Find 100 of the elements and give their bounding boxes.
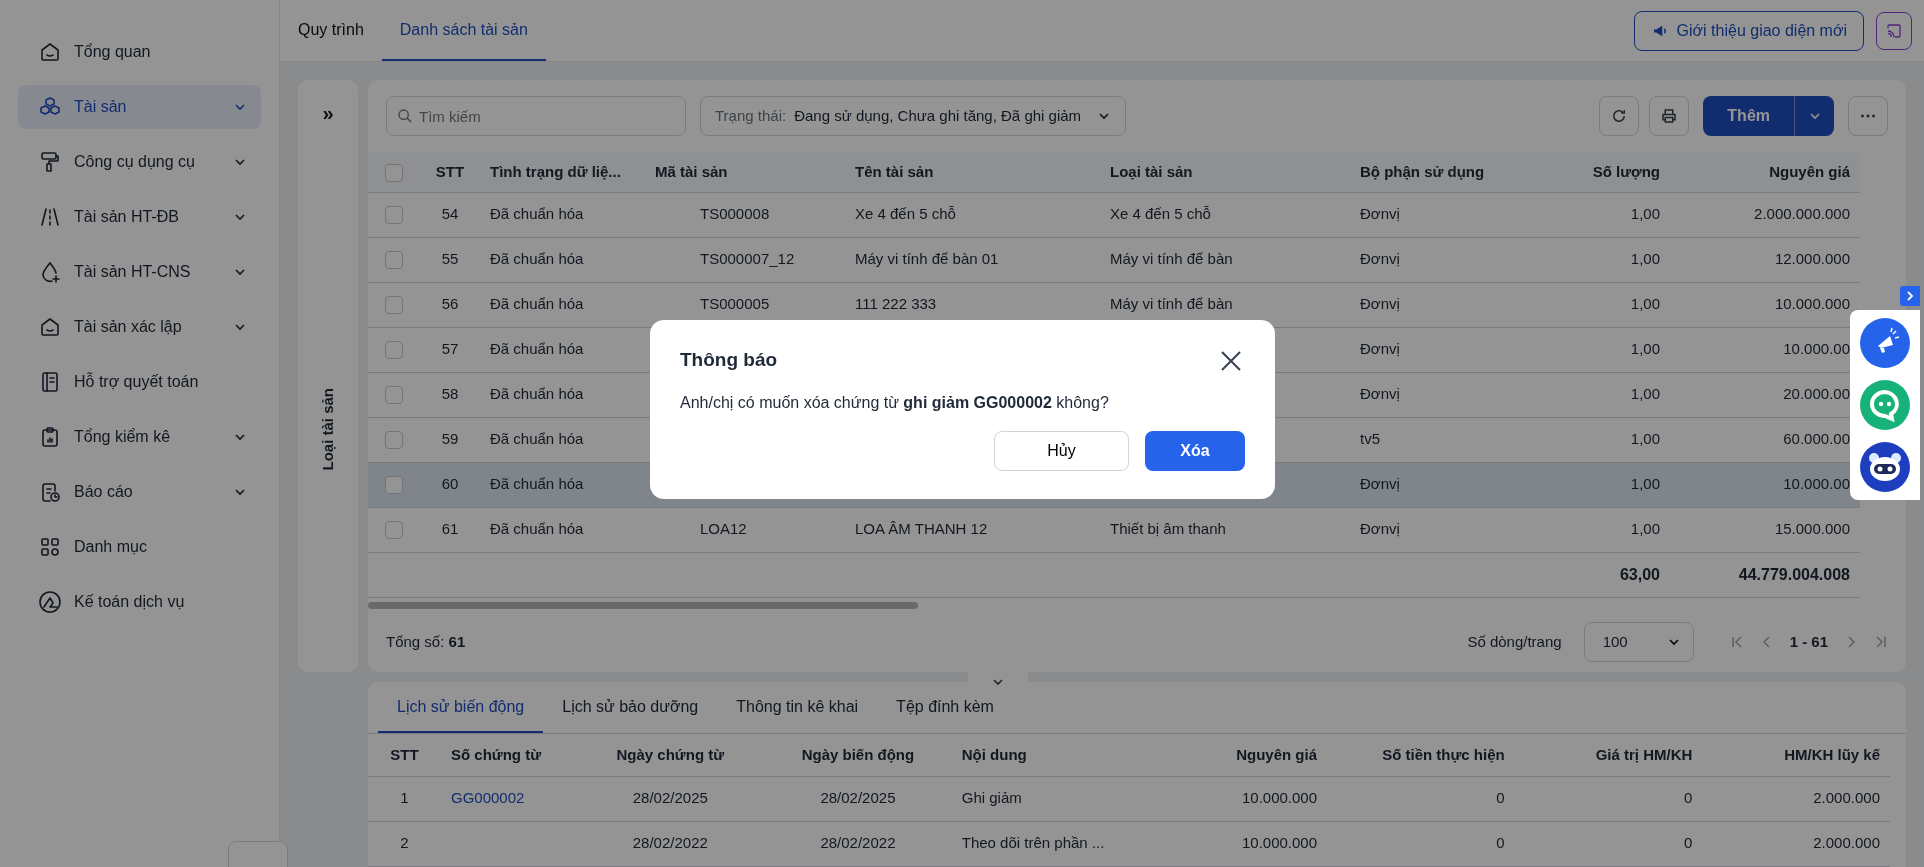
total-count: Tổng số: 61 [386, 631, 466, 652]
table-cell: 58 [441, 385, 459, 403]
table-cell: 10.000.000 [1774, 295, 1850, 313]
table-cell: 56 [441, 295, 459, 313]
table-cell: Đơnvị [1360, 385, 1400, 403]
expand-widgets-button[interactable] [1900, 286, 1920, 306]
table-cell: Thiết bị âm thanh [1110, 520, 1226, 538]
close-icon[interactable] [1220, 349, 1242, 372]
table-cell: Đơnvị [1360, 205, 1400, 223]
table-cell: Đơnvị [1360, 520, 1400, 538]
sidebar-item[interactable]: Công cụ dụng cụ [18, 140, 261, 184]
robot-widget-icon[interactable] [1859, 441, 1911, 493]
table-cell: 111 222 333 [855, 295, 937, 313]
table-cell: 10.000.000 [1241, 789, 1318, 807]
table-cell: Đã chuẩn hóa [490, 430, 584, 448]
row-checkbox[interactable] [385, 521, 403, 540]
sidebar-item[interactable]: Báo cáo [18, 470, 261, 514]
row-checkbox[interactable] [385, 206, 403, 225]
chat-widget-icon[interactable] [1859, 379, 1911, 431]
sidebar-item[interactable]: Tài sản HT-ĐB [18, 195, 261, 239]
sidebar-item[interactable]: Tổng kiểm kê [18, 415, 261, 459]
add-button[interactable]: Thêm [1703, 96, 1794, 136]
logo-icon [38, 590, 62, 614]
status-filter[interactable]: Trạng thái: Đang sử dụng, Chưa ghi tăng, Đã ghi giảm [700, 96, 1127, 136]
row-checkbox[interactable] [385, 251, 403, 270]
intro-button[interactable]: Giới thiệu giao diện mới [1633, 10, 1864, 51]
expand-button[interactable]: » [322, 98, 334, 128]
table-cell: 20.000.00 [1783, 385, 1850, 403]
table-cell: 2.000.000 [1813, 789, 1880, 807]
refresh-button[interactable] [1599, 96, 1640, 136]
row-checkbox[interactable] [385, 296, 403, 315]
horizontal-scrollbar[interactable] [368, 601, 918, 609]
table-cell: Máy vi tính để bàn [1110, 295, 1233, 313]
table-cell: 1,00 [1630, 520, 1660, 538]
table-cell: LOA12 [700, 520, 747, 538]
table-cell: 1,00 [1630, 205, 1660, 223]
sidebar-item[interactable]: Kế toán dịch vụ [18, 580, 261, 624]
table-cell: 1,00 [1630, 295, 1660, 313]
megaphone-widget-icon[interactable] [1859, 317, 1911, 369]
row-checkbox[interactable] [385, 341, 403, 360]
cast-button[interactable] [1876, 11, 1912, 50]
search-field[interactable]: Tìm kiếm [386, 96, 686, 136]
first-page-icon[interactable] [1729, 635, 1744, 649]
add-options-button[interactable] [1794, 96, 1834, 136]
row-checkbox[interactable] [385, 476, 403, 495]
table-cell: Đã chuẩn hóa [490, 250, 584, 268]
table-cell: Đơnvị [1360, 295, 1400, 313]
table-cell: 1,00 [1630, 430, 1660, 448]
table-cell: Đã chuẩn hóa [490, 340, 584, 358]
table-cell: 1,00 [1630, 340, 1660, 358]
column-header: Tên tài sản [845, 152, 1100, 192]
total-cost: 44.779.004.008 [1738, 565, 1850, 583]
tab[interactable]: Tệp đính kèm [877, 682, 1013, 733]
tab[interactable]: Danh sách tài sản [381, 0, 546, 61]
table-cell: 1,00 [1630, 250, 1660, 268]
cancel-button[interactable]: Hủy [994, 430, 1129, 471]
sidebar-item[interactable]: Tài sản [18, 85, 261, 129]
table-cell: 0 [1684, 789, 1693, 807]
table-cell: Đã chuẩn hóa [490, 475, 584, 493]
table-cell: LOA ÂM THANH 12 [855, 520, 988, 538]
table-cell: 57 [441, 340, 459, 358]
table-cell: TS000007_12 [700, 250, 795, 268]
table-cell: Đơnvị [1360, 250, 1400, 268]
select-all-checkbox[interactable] [385, 163, 403, 182]
table-cell: Máy vi tính để bàn 01 [855, 250, 999, 268]
row-checkbox[interactable] [385, 431, 403, 450]
row-checkbox[interactable] [385, 386, 403, 405]
table-cell: 60 [441, 475, 459, 493]
sidebar-item[interactable]: Hỗ trợ quyết toán [18, 360, 261, 404]
voucher-link[interactable]: GG000002 [450, 789, 525, 807]
table-cell: Đã chuẩn hóa [490, 385, 584, 403]
table-cell: 28/02/2025 [632, 789, 708, 807]
panel-title: Loại tài sản [317, 388, 337, 471]
tab[interactable]: Lịch sử bảo dưỡng [543, 682, 718, 733]
table-cell: 28/02/2022 [632, 834, 708, 852]
table-cell: Theo dõi trên phần ... [961, 834, 1105, 852]
table-cell: 1 [400, 789, 409, 807]
home-icon [38, 40, 62, 64]
tab[interactable]: Quy trình [280, 0, 382, 61]
column-header: STT [420, 152, 480, 192]
page-size-label: Số dòng/trang [1467, 631, 1562, 652]
tab[interactable]: Thông tin kê khai [717, 682, 878, 733]
table-cell: 59 [441, 430, 459, 448]
print-button[interactable] [1649, 96, 1690, 136]
sidebar-item[interactable]: Danh mục [18, 525, 261, 569]
sidebar-item[interactable]: Tổng quan [18, 30, 261, 74]
table-cell: Ghi giảm [961, 789, 1022, 807]
sidebar-item[interactable]: Tài sản xác lập [18, 305, 261, 349]
page-size-select[interactable]: 100 [1583, 622, 1694, 662]
column-header: Mã tài sản [645, 152, 845, 192]
more-button[interactable] [1848, 96, 1888, 136]
table-cell: 2.000.000 [1813, 834, 1880, 852]
grid-icon [38, 535, 62, 559]
sidebar-item[interactable]: Tài sản HT-CNS [18, 250, 261, 294]
table-cell: Đã chuẩn hóa [490, 520, 584, 538]
table-cell: Xe 4 đến 5 chỗ [855, 205, 956, 223]
delete-button[interactable]: Xóa [1145, 430, 1245, 471]
table-cell: 60.000.00 [1783, 430, 1850, 448]
column-header: Nguyên giá [1670, 152, 1860, 192]
last-page-icon[interactable] [1874, 635, 1888, 649]
